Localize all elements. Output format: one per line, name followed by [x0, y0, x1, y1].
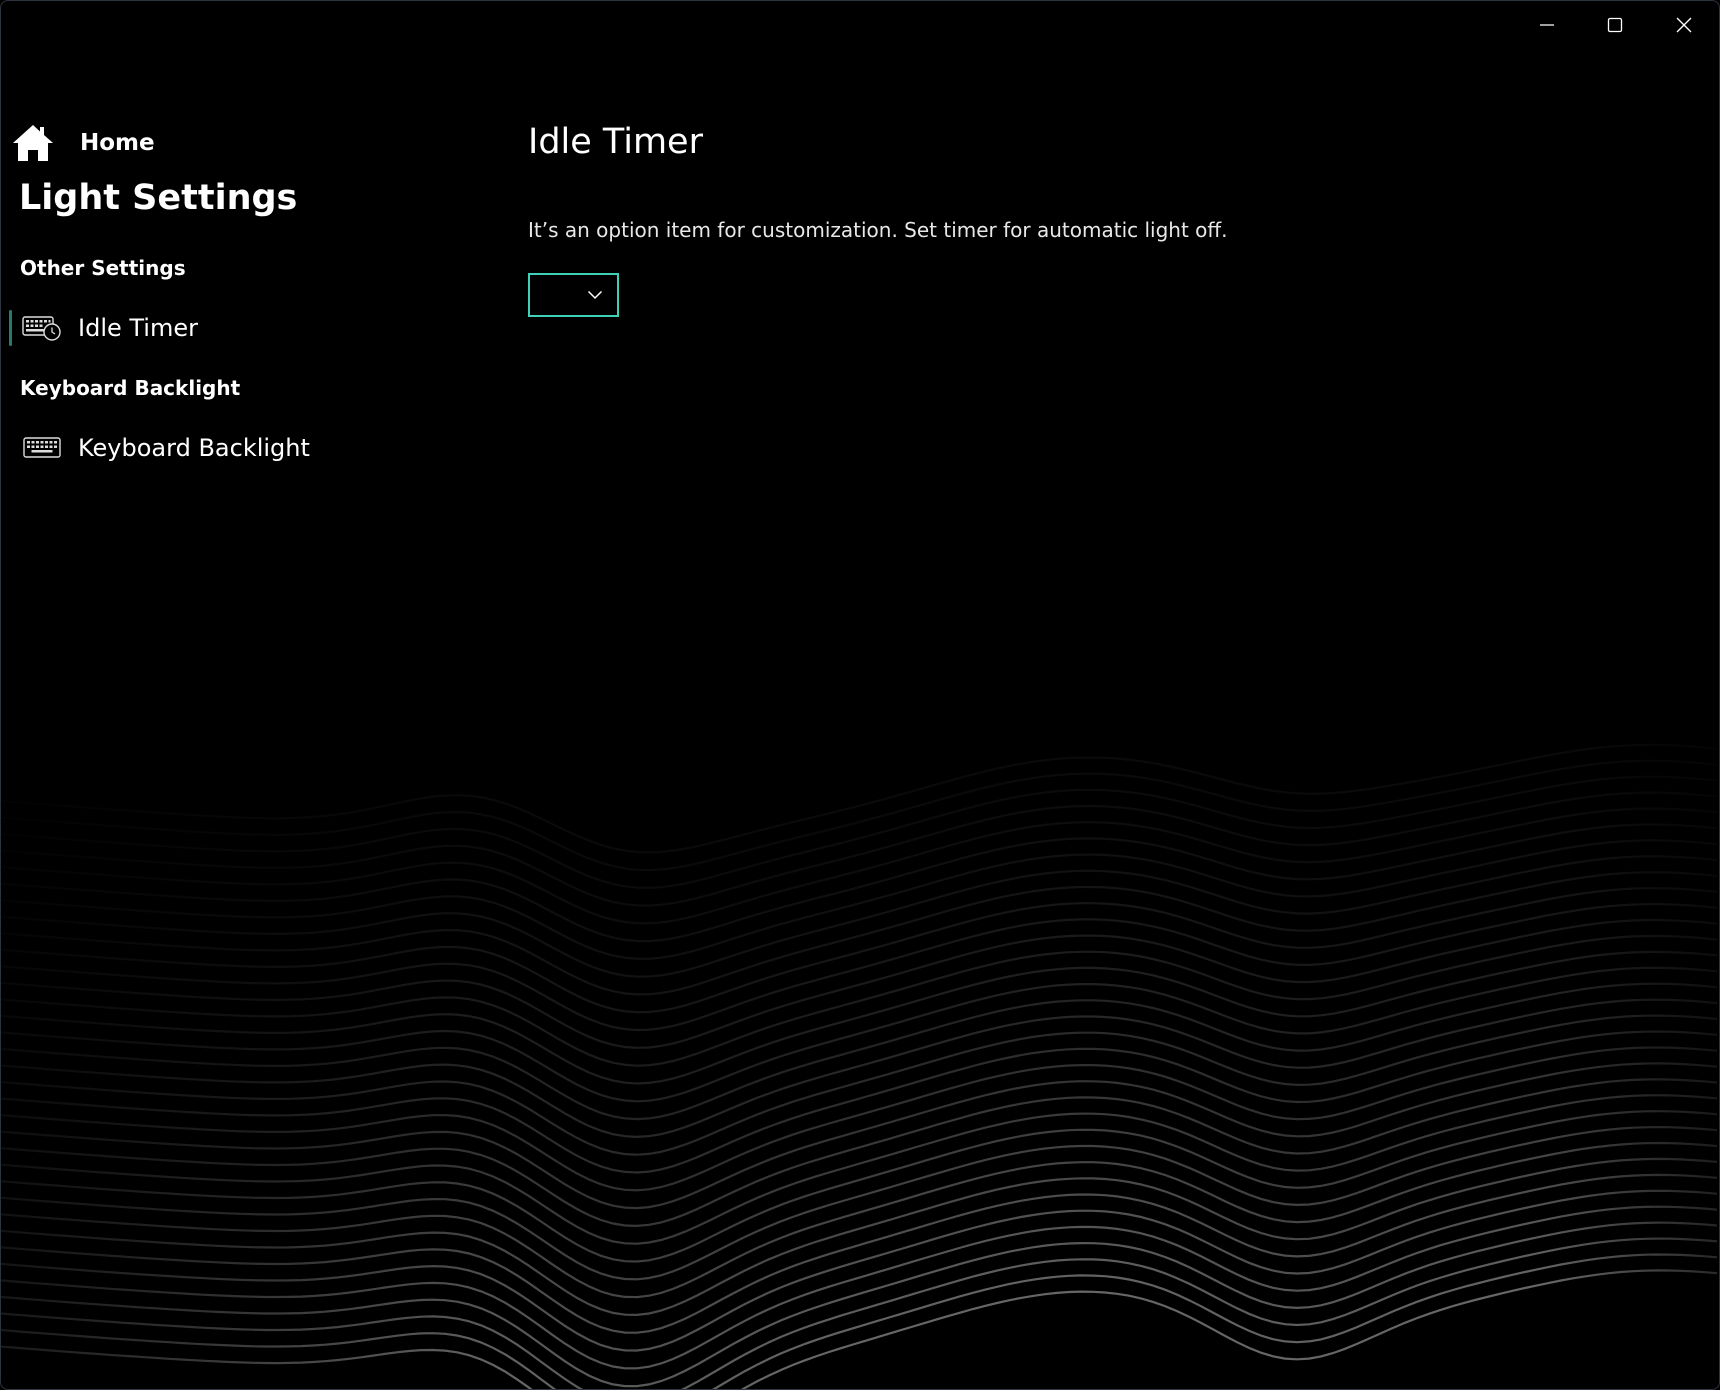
minimize-icon: [1540, 24, 1554, 26]
page-title: Idle Timer: [528, 122, 703, 162]
section-header-keyboard-backlight: Keyboard Backlight: [20, 376, 241, 400]
keyboard-icon: [23, 437, 61, 458]
maximize-button[interactable]: [1581, 1, 1649, 49]
selection-indicator: [9, 430, 12, 466]
section-header-other-settings: Other Settings: [20, 256, 186, 280]
close-button[interactable]: [1650, 1, 1718, 49]
keyboard-clock-icon: [22, 316, 61, 341]
sidebar-item-label: Keyboard Backlight: [78, 434, 310, 462]
sidebar-item-idle-timer[interactable]: Idle Timer: [9, 306, 449, 350]
selection-indicator: [9, 310, 12, 346]
page-description: It’s an option item for customization. S…: [528, 218, 1228, 242]
sidebar-item-keyboard-backlight[interactable]: Keyboard Backlight: [9, 426, 449, 470]
idle-timer-dropdown[interactable]: [528, 273, 619, 317]
close-icon: [1676, 17, 1692, 33]
home-button[interactable]: Home: [11, 118, 155, 168]
home-label: Home: [80, 130, 155, 156]
home-icon: [13, 125, 53, 161]
sidebar-item-label: Idle Timer: [78, 314, 198, 342]
title-bar: [1, 1, 1719, 51]
minimize-button[interactable]: [1513, 1, 1581, 49]
maximize-icon: [1607, 17, 1623, 33]
chevron-down-icon: [587, 290, 603, 300]
app-window: Home Light Settings Other Settings Idle …: [0, 0, 1720, 1390]
sidebar-title: Light Settings: [19, 178, 298, 218]
